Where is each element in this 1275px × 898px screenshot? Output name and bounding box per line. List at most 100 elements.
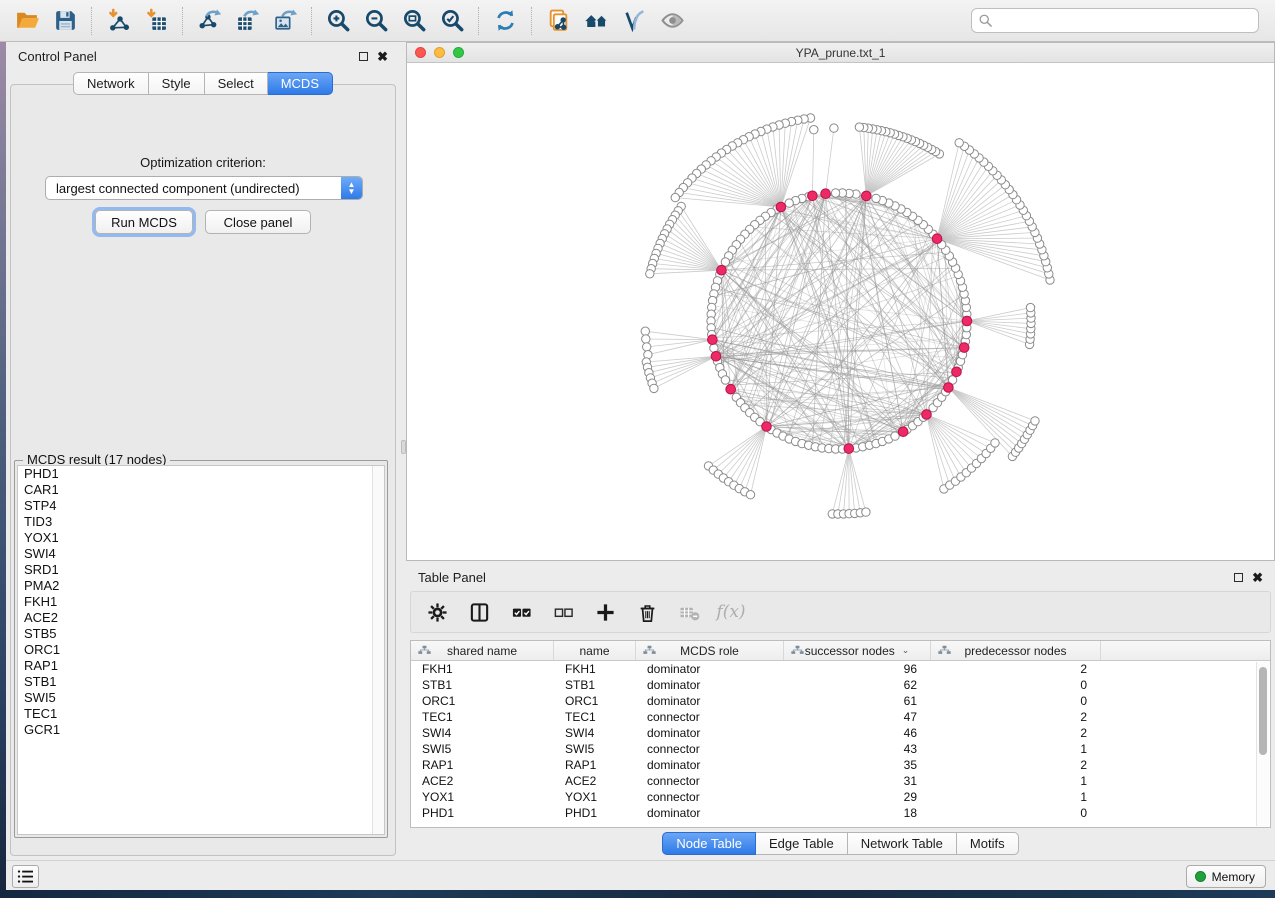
cell-MCDS-role[interactable]: dominator: [636, 677, 784, 693]
select-all-button[interactable]: [507, 598, 535, 626]
network-hub-node[interactable]: [821, 189, 831, 199]
network-hub-node[interactable]: [862, 191, 872, 201]
network-node[interactable]: [831, 189, 839, 197]
tab-edge-table[interactable]: Edge Table: [756, 832, 848, 855]
mcds-result-item[interactable]: STB5: [18, 626, 384, 642]
cell-successor-nodes[interactable]: 61: [784, 693, 931, 709]
mcds-result-item[interactable]: SRD1: [18, 562, 384, 578]
cell-successor-nodes[interactable]: 29: [784, 789, 931, 805]
search-input[interactable]: [971, 8, 1259, 33]
cell-MCDS-role[interactable]: dominator: [636, 757, 784, 773]
close-table-panel-icon[interactable]: ✖: [1252, 573, 1263, 582]
first-neighbors-button[interactable]: [577, 4, 615, 38]
mcds-result-item[interactable]: SWI4: [18, 546, 384, 562]
network-hub-node[interactable]: [726, 384, 736, 394]
cell-shared-name[interactable]: STB1: [411, 677, 554, 693]
cell-predecessor-nodes[interactable]: 0: [931, 677, 1101, 693]
cell-successor-nodes[interactable]: 46: [784, 725, 931, 741]
clone-network-button[interactable]: [539, 4, 577, 38]
cell-predecessor-nodes[interactable]: 2: [931, 725, 1101, 741]
table-scrollbar-thumb[interactable]: [1259, 667, 1267, 755]
network-hub-node[interactable]: [962, 316, 972, 326]
network-node[interactable]: [991, 439, 999, 447]
network-canvas[interactable]: [407, 63, 1274, 560]
network-hub-node[interactable]: [959, 343, 969, 353]
cell-name[interactable]: RAP1: [554, 757, 636, 773]
cell-shared-name[interactable]: SWI5: [411, 741, 554, 757]
network-hub-node[interactable]: [717, 265, 727, 275]
splitter-grip[interactable]: [401, 440, 406, 454]
network-node[interactable]: [1031, 417, 1039, 425]
cell-name[interactable]: STB1: [554, 677, 636, 693]
mcds-result-item[interactable]: YOX1: [18, 530, 384, 546]
table-row[interactable]: TEC1TEC1connector472: [411, 709, 1270, 725]
mcds-result-item[interactable]: STP4: [18, 498, 384, 514]
unselect-all-button[interactable]: [549, 598, 577, 626]
mcds-result-item[interactable]: STB1: [18, 674, 384, 690]
mcds-result-item[interactable]: TEC1: [18, 706, 384, 722]
network-node[interactable]: [1026, 303, 1034, 311]
table-row[interactable]: SWI4SWI4dominator462: [411, 725, 1270, 741]
show-graphics-details-button[interactable]: [615, 4, 653, 38]
network-node[interactable]: [746, 491, 754, 499]
criterion-select[interactable]: largest connected component (undirected)…: [45, 176, 363, 200]
network-node[interactable]: [955, 139, 963, 147]
mcds-result-item[interactable]: PHD1: [18, 466, 384, 482]
cell-predecessor-nodes[interactable]: 1: [931, 789, 1101, 805]
open-file-button[interactable]: [8, 4, 46, 38]
cell-shared-name[interactable]: PHD1: [411, 805, 554, 821]
cell-MCDS-role[interactable]: connector: [636, 741, 784, 757]
cell-name[interactable]: SWI4: [554, 725, 636, 741]
cell-name[interactable]: PHD1: [554, 805, 636, 821]
tab-mcds[interactable]: MCDS: [268, 72, 333, 95]
cell-MCDS-role[interactable]: dominator: [636, 805, 784, 821]
tab-style[interactable]: Style: [149, 72, 205, 95]
mcds-result-item[interactable]: ORC1: [18, 642, 384, 658]
cell-MCDS-role[interactable]: dominator: [636, 693, 784, 709]
cell-shared-name[interactable]: FKH1: [411, 661, 554, 677]
table-row[interactable]: ORC1ORC1dominator610: [411, 693, 1270, 709]
network-hub-node[interactable]: [922, 410, 932, 420]
cell-successor-nodes[interactable]: 43: [784, 741, 931, 757]
cell-shared-name[interactable]: YOX1: [411, 789, 554, 805]
mcds-result-item[interactable]: SWI5: [18, 690, 384, 706]
zoom-out-button[interactable]: [357, 4, 395, 38]
cell-shared-name[interactable]: RAP1: [411, 757, 554, 773]
cell-shared-name[interactable]: ORC1: [411, 693, 554, 709]
table-row[interactable]: STB1STB1dominator620: [411, 677, 1270, 693]
network-hub-node[interactable]: [944, 383, 954, 393]
network-window-titlebar[interactable]: YPA_prune.txt_1: [407, 43, 1274, 63]
network-node[interactable]: [891, 432, 899, 440]
column-header-successor-nodes[interactable]: successor nodes⌄: [784, 641, 931, 660]
mcds-result-item[interactable]: FKH1: [18, 594, 384, 610]
table-row[interactable]: ACE2ACE2connector311: [411, 773, 1270, 789]
network-node[interactable]: [650, 384, 658, 392]
column-header-shared-name[interactable]: shared name: [411, 641, 554, 660]
network-hub-node[interactable]: [776, 202, 786, 212]
cell-name[interactable]: ACE2: [554, 773, 636, 789]
zoom-in-button[interactable]: [319, 4, 357, 38]
cell-name[interactable]: TEC1: [554, 709, 636, 725]
delete-column-button[interactable]: [633, 598, 661, 626]
mcds-list-scrollbar[interactable]: [372, 466, 384, 834]
export-image-button[interactable]: [266, 4, 304, 38]
tab-network-table[interactable]: Network Table: [848, 832, 957, 855]
cell-predecessor-nodes[interactable]: 2: [931, 709, 1101, 725]
cell-successor-nodes[interactable]: 35: [784, 757, 931, 773]
network-hub-node[interactable]: [708, 335, 718, 345]
network-node[interactable]: [721, 258, 729, 266]
cell-successor-nodes[interactable]: 96: [784, 661, 931, 677]
float-table-panel-icon[interactable]: [1234, 573, 1243, 582]
cell-shared-name[interactable]: ACE2: [411, 773, 554, 789]
hide-graphics-details-button[interactable]: [653, 4, 691, 38]
network-node[interactable]: [643, 343, 651, 351]
network-hub-node[interactable]: [898, 427, 908, 437]
tab-network[interactable]: Network: [73, 72, 149, 95]
cell-MCDS-role[interactable]: connector: [636, 773, 784, 789]
cell-predecessor-nodes[interactable]: 0: [931, 805, 1101, 821]
network-node[interactable]: [721, 376, 729, 384]
cell-MCDS-role[interactable]: dominator: [636, 725, 784, 741]
cell-successor-nodes[interactable]: 31: [784, 773, 931, 789]
add-column-button[interactable]: [591, 598, 619, 626]
task-history-button[interactable]: [12, 865, 39, 888]
